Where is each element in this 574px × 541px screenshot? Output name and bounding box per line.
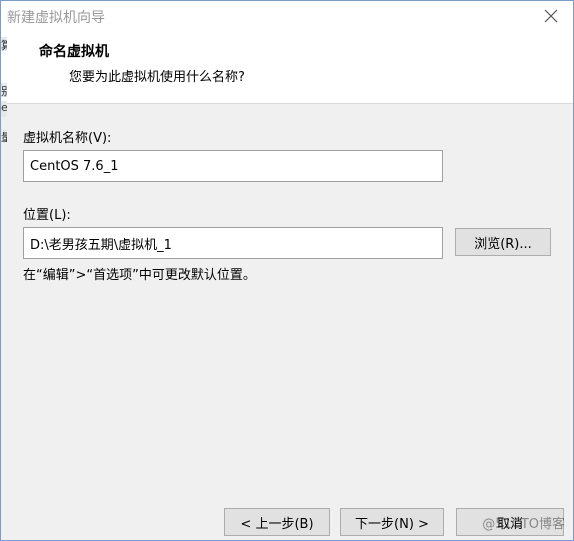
close-icon <box>544 9 558 23</box>
cancel-button[interactable]: 取消 <box>456 508 564 536</box>
back-button[interactable]: < 上一步(B) <box>224 508 330 536</box>
window-title: 新建虚拟机向导 <box>7 10 105 26</box>
background-fragment: 算 <box>1 37 7 51</box>
title-bar: 新建虚拟机向导 <box>1 1 573 31</box>
browse-button[interactable]: 浏览(R)... <box>455 228 551 256</box>
page-title: 命名虚拟机 <box>39 44 109 60</box>
new-vm-wizard-dialog: 新建虚拟机向导 命名虚拟机 您要为此虚拟机使用什么名称? 算 别 e 量 虚拟机… <box>0 0 574 541</box>
location-input[interactable] <box>23 227 443 259</box>
background-fragment: 别 <box>1 83 7 97</box>
background-fragment: e <box>1 101 7 117</box>
wizard-header: 命名虚拟机 您要为此虚拟机使用什么名称? <box>1 31 573 104</box>
vm-name-input[interactable] <box>23 150 443 182</box>
next-button[interactable]: 下一步(N) > <box>340 508 444 536</box>
page-subtitle: 您要为此虚拟机使用什么名称? <box>69 70 245 85</box>
default-location-hint: 在“编辑”>“首选项”中可更改默认位置。 <box>23 268 256 283</box>
close-button[interactable] <box>537 3 565 29</box>
background-fragment: 量 <box>1 129 7 143</box>
location-label: 位置(L): <box>23 208 71 223</box>
vm-name-label: 虚拟机名称(V): <box>23 131 112 146</box>
